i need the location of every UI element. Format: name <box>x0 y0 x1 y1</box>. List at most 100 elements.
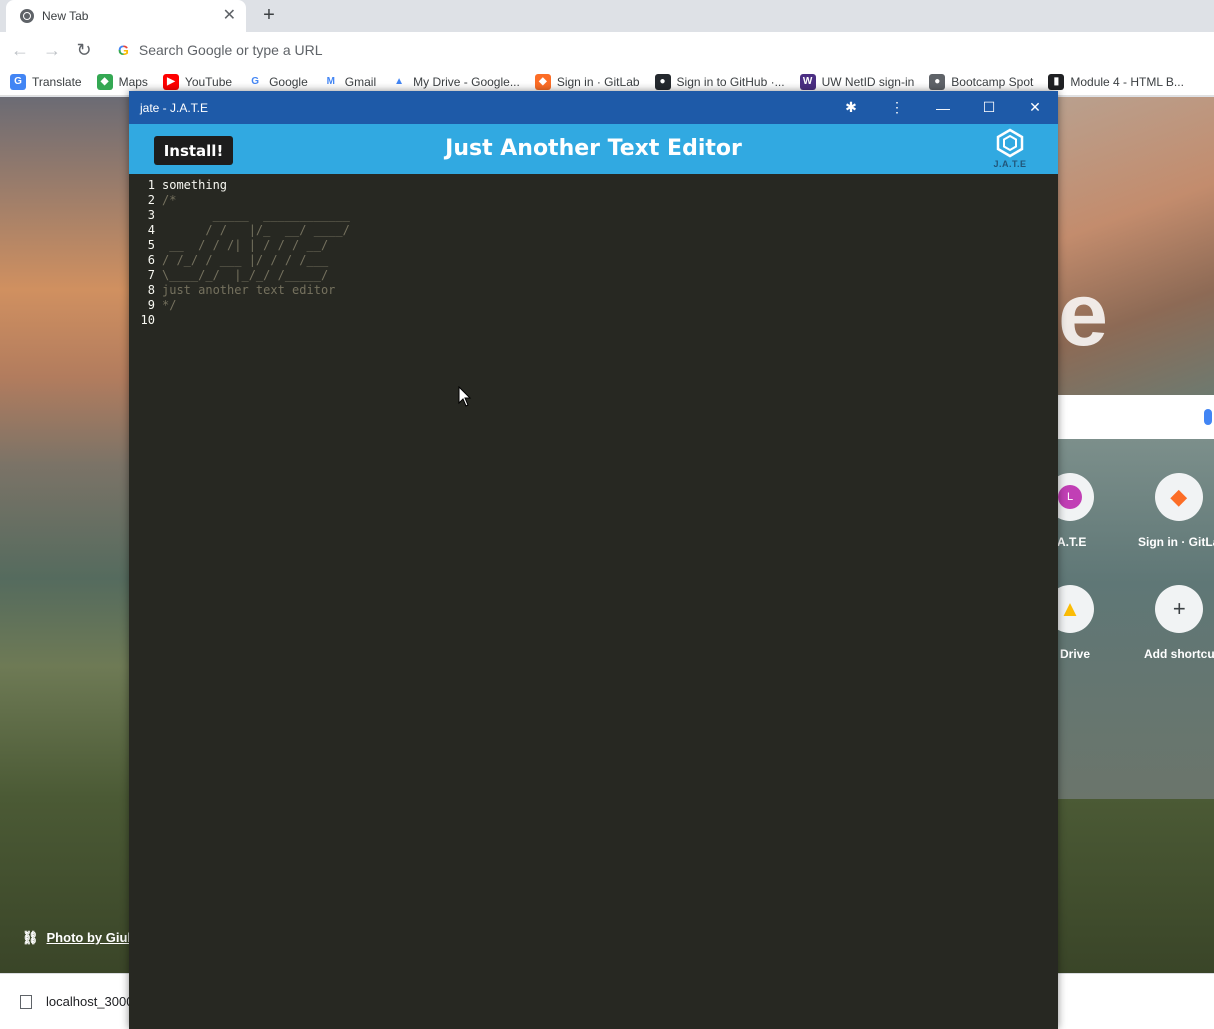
chrome-icon <box>20 9 34 23</box>
shortcut-label: Add shortcu <box>1144 647 1214 661</box>
line-text: just another text editor <box>162 283 336 297</box>
link-icon: ⛓ <box>22 930 39 945</box>
bookmark-book[interactable]: ▮ Module 4 - HTML B... <box>1048 73 1184 90</box>
line-text: */ <box>162 298 177 312</box>
line-number: 3 <box>147 208 155 222</box>
bookmark-youtube[interactable]: ▶ YouTube <box>162 73 233 90</box>
editor-line: 1 something <box>129 178 1058 193</box>
line-text: _____ ____________ <box>162 208 350 222</box>
line-number: 1 <box>147 178 155 192</box>
forward-arrow-icon[interactable]: → <box>40 38 64 62</box>
bookmark-label: YouTube <box>184 74 233 89</box>
shortcut-label: .A.T.E <box>1053 535 1087 549</box>
bookmark-maps[interactable]: ◆ Maps <box>96 73 148 90</box>
bookmark-google[interactable]: G Google <box>247 74 308 90</box>
editor-line: 9 */ <box>129 298 1058 313</box>
editor-line: 2 /* <box>129 193 1058 208</box>
book-icon: ▮ <box>1048 73 1065 90</box>
github-icon: ● <box>654 73 671 90</box>
editor-line: 6 / /_/ / ___ |/ / / /___ <box>129 253 1058 268</box>
line-number: 7 <box>147 268 155 282</box>
address-bar[interactable]: G Search Google or type a URL <box>108 36 1214 64</box>
bookmark-translate[interactable]: G Translate <box>10 73 82 90</box>
line-text: / / |/_ __/ ____/ <box>162 223 350 237</box>
bookmark-globe[interactable]: ● Bootcamp Spot <box>929 73 1033 90</box>
line-text: something <box>162 178 228 192</box>
jate-logo-icon <box>996 128 1024 158</box>
line-text <box>156 313 162 328</box>
maps-icon: ◆ <box>96 73 113 90</box>
bookmark-uw[interactable]: W UW NetID sign-in <box>799 73 915 90</box>
bookmark-label: My Drive - Google... <box>413 74 520 89</box>
app-title: Just Another Text Editor <box>445 136 742 161</box>
app-menu-icon[interactable]: ⋮ <box>874 91 920 124</box>
tab-close-icon[interactable]: ✕ <box>223 8 236 24</box>
file-icon <box>20 994 32 1009</box>
download-filename: localhost_3000 <box>46 994 134 1009</box>
download-item[interactable]: localhost_3000 <box>20 994 133 1009</box>
close-icon[interactable]: ✕ <box>1012 91 1058 124</box>
line-number: 2 <box>147 193 155 207</box>
window-title: jate - J.A.T.E <box>140 100 209 115</box>
google-icon: G <box>251 76 259 87</box>
bookmark-gitlab[interactable]: ◆ Sign in · GitLab <box>534 73 640 90</box>
jate-app-window: jate - J.A.T.E ✱ ⋮ — ☐ ✕ Install! Just A… <box>129 91 1058 1029</box>
browser-toolbar: ← → ↻ G Search Google or type a URL <box>0 32 1214 68</box>
uw-icon: W <box>799 73 816 90</box>
tab-new-tab[interactable]: New Tab ✕ <box>6 0 246 32</box>
code-editor[interactable]: 1 something 2/* 3 _____ ____________ 4 / / |… <box>129 174 1058 1029</box>
bookmark-drive[interactable]: ▲ My Drive - Google... <box>391 74 520 90</box>
gmail-icon: M <box>326 76 335 87</box>
bookmark-label: Maps <box>118 74 148 89</box>
editor-line: 4 / / |/_ __/ ____/ <box>129 223 1058 238</box>
jate-logo: J.A.T.E <box>988 128 1032 172</box>
bookmark-label: Translate <box>32 74 82 89</box>
globe-icon: ● <box>929 73 946 90</box>
translate-icon: G <box>10 73 26 90</box>
gitlab-icon: ◆ <box>534 73 551 90</box>
editor-line: 8 just another text editor <box>129 283 1058 298</box>
bookmark-label: Module 4 - HTML B... <box>1070 74 1184 89</box>
bookmark-label: UW NetID sign-in <box>821 74 915 89</box>
shortcut-gitlab[interactable]: ◆ Sign in · GitLa <box>1138 473 1214 549</box>
editor-line: 7 \____/_/ |_/_/ /_____/ <box>129 268 1058 283</box>
app-window-titlebar[interactable]: jate - J.A.T.E ✱ ⋮ — ☐ ✕ <box>129 91 1058 124</box>
line-text: \____/_/ |_/_/ /_____/ <box>162 268 329 282</box>
youtube-icon: ▶ <box>162 73 179 90</box>
line-number: 9 <box>147 298 155 312</box>
app-header: Install! Just Another Text Editor J.A.T.… <box>129 124 1058 174</box>
reload-icon[interactable]: ↻ <box>72 38 96 62</box>
editor-line: 5 __ / / /| | / / / __/ <box>129 238 1058 253</box>
minimize-icon[interactable]: — <box>920 91 966 124</box>
google-logo-fragment: e <box>1058 265 1109 365</box>
drive-icon: ▲ <box>1059 596 1081 621</box>
line-text: / /_/ / ___ |/ / / /___ <box>162 253 329 267</box>
microphone-icon[interactable] <box>1204 409 1212 425</box>
editor-line: 10 <box>129 313 1058 328</box>
tab-title: New Tab <box>42 9 89 23</box>
shortcut-label: Sign in · GitLa <box>1138 535 1214 549</box>
bookmark-github[interactable]: ● Sign in to GitHub ·... <box>654 73 785 90</box>
line-number: 8 <box>147 283 155 297</box>
photo-credit-link[interactable]: ⛓ Photo by Giul <box>22 930 131 946</box>
ntp-search-box[interactable] <box>1058 395 1214 439</box>
back-arrow-icon[interactable]: ← <box>8 38 32 62</box>
extensions-puzzle-icon[interactable]: ✱ <box>828 91 874 124</box>
line-number: 4 <box>147 223 155 237</box>
jate-shortcut-icon: L <box>1058 485 1082 509</box>
line-text: __ / / /| | / / / __/ <box>162 238 329 252</box>
line-number: 6 <box>147 253 155 267</box>
gitlab-icon: ◆ <box>1170 484 1188 509</box>
bookmark-label: Sign in to GitHub ·... <box>676 74 785 89</box>
photo-credit-text: Photo by Giul <box>46 930 132 945</box>
plus-icon: + <box>1172 596 1186 621</box>
new-tab-button[interactable]: + <box>258 4 280 26</box>
maximize-icon[interactable]: ☐ <box>966 91 1012 124</box>
line-text: /* <box>162 193 177 207</box>
drive-icon: ▲ <box>394 76 405 87</box>
bookmark-gmail[interactable]: M Gmail <box>323 74 377 90</box>
address-bar-placeholder: Search Google or type a URL <box>138 42 323 58</box>
line-number: 10 <box>140 313 155 327</box>
add-shortcut-button[interactable]: + Add shortcu <box>1144 585 1214 661</box>
line-number: 5 <box>147 238 155 252</box>
